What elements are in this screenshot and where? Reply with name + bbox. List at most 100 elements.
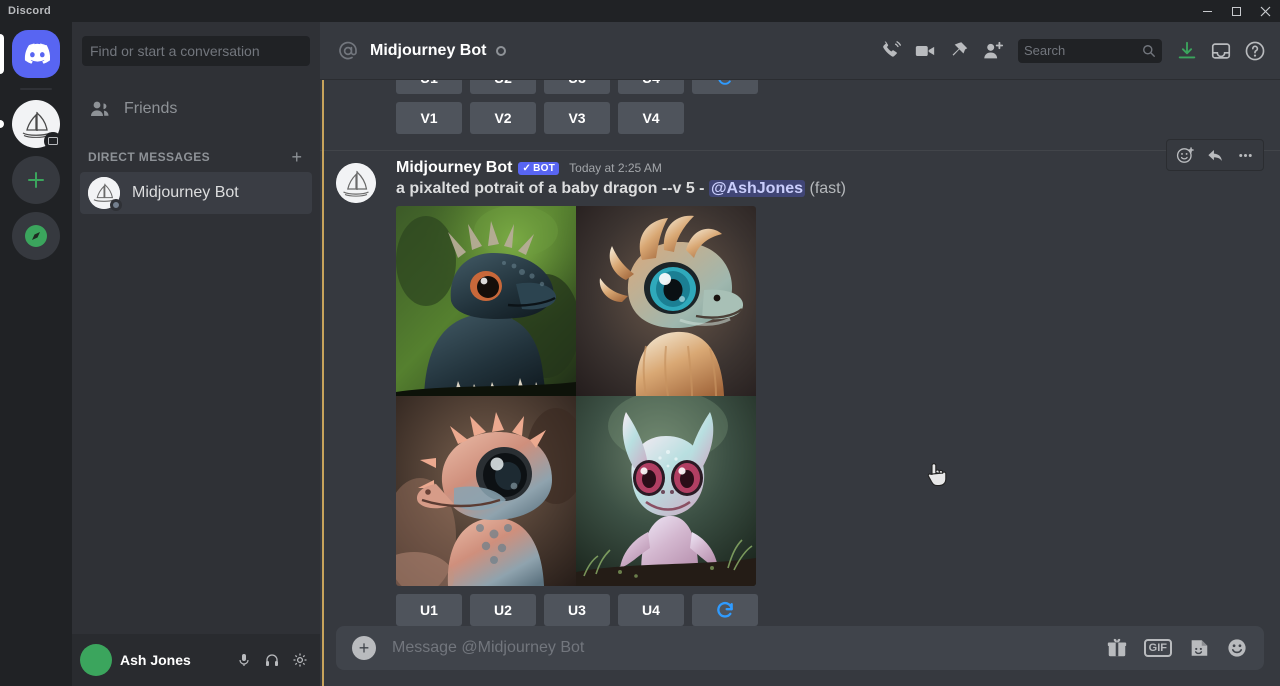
variation-button-v4[interactable]: V4	[618, 102, 684, 134]
bot-badge-label: BOT	[533, 162, 556, 174]
prompt-separator: -	[699, 180, 705, 197]
previous-message-buttons: U1 U2 U3 U4 V1 V2 V3 V4	[320, 80, 1280, 142]
dm-search-container: Find or start a conversation	[72, 22, 320, 80]
page-title: Midjourney Bot	[370, 41, 487, 59]
create-dm-button[interactable]: +	[291, 148, 302, 166]
emoji-icon[interactable]	[1226, 637, 1248, 659]
upscale-button-u1[interactable]: U1	[396, 80, 462, 94]
upscale-button-u1[interactable]: U1	[396, 594, 462, 626]
maximize-button[interactable]	[1222, 0, 1251, 22]
explore-servers-button[interactable]	[12, 212, 60, 260]
variation-button-v3[interactable]: V3	[544, 102, 610, 134]
minimize-button[interactable]	[1193, 0, 1222, 22]
bot-badge-check: ✓	[522, 162, 532, 174]
midjourney-server-button[interactable]	[0, 100, 62, 150]
upscale-button-u2[interactable]: U2	[470, 80, 536, 94]
sidebar-item-label: Friends	[124, 100, 178, 117]
user-mention[interactable]: @AshJones	[708, 180, 806, 197]
message-list[interactable]: U1 U2 U3 U4 V1 V2 V3 V4	[320, 80, 1280, 686]
attach-file-button[interactable]: +	[352, 636, 376, 660]
bot-badge: ✓ BOT	[518, 161, 560, 175]
screen-share-badge	[44, 132, 62, 150]
generation-mode: (fast)	[809, 180, 846, 197]
presence-offline-indicator	[110, 199, 122, 211]
message-hover-toolbar	[1166, 139, 1264, 171]
gift-icon[interactable]	[1106, 637, 1128, 659]
help-icon[interactable]	[1242, 38, 1268, 64]
video-call-icon[interactable]	[912, 38, 938, 64]
reply-icon[interactable]	[1201, 141, 1229, 169]
sidebar-item-friends[interactable]: Friends	[80, 88, 312, 130]
dm-item-label: Midjourney Bot	[132, 184, 239, 201]
search-icon	[1142, 44, 1156, 58]
variation-button-v2[interactable]: V2	[470, 102, 536, 134]
dm-nav: Friends DIRECT MESSAGES + Midjourney Bot	[72, 80, 320, 214]
voice-call-icon[interactable]	[878, 38, 904, 64]
upscale-button-u3[interactable]: U3	[544, 80, 610, 94]
sticker-icon[interactable]	[1188, 637, 1210, 659]
reroll-button[interactable]	[692, 594, 758, 626]
user-panel: Ash Jones	[72, 634, 320, 686]
add-server-button[interactable]	[12, 156, 60, 204]
message-timestamp: Today at 2:25 AM	[569, 161, 662, 175]
microphone-icon[interactable]	[232, 648, 256, 672]
dm-item-midjourney-bot[interactable]: Midjourney Bot	[80, 172, 312, 214]
avatar[interactable]	[336, 163, 376, 203]
add-reaction-icon[interactable]	[1171, 141, 1199, 169]
message-input-bar[interactable]: + Message @Midjourney Bot GIF	[336, 626, 1264, 670]
composer-icon-row: GIF	[1106, 637, 1248, 659]
inbox-icon[interactable]	[1208, 38, 1234, 64]
app-title: Discord	[8, 5, 52, 17]
upscale-button-u3[interactable]: U3	[544, 594, 610, 626]
discord-app-window: Discord Find or start a conversation Fri…	[0, 0, 1280, 686]
message-author[interactable]: Midjourney Bot	[396, 159, 512, 177]
upscale-button-u4[interactable]: U4	[618, 594, 684, 626]
direct-messages-section-header: DIRECT MESSAGES +	[80, 130, 312, 172]
discord-logo-icon	[12, 30, 60, 78]
grid-image-2[interactable]	[576, 206, 756, 396]
variation-button-row: V1 V2 V3 V4	[396, 102, 1280, 134]
message-input[interactable]: Message @Midjourney Bot	[392, 639, 1106, 657]
variation-button-v1[interactable]: V1	[396, 102, 462, 134]
highlight-border	[322, 80, 324, 686]
grid-image-3[interactable]	[396, 396, 576, 586]
compass-icon	[12, 212, 60, 260]
close-button[interactable]	[1251, 0, 1280, 22]
at-symbol-icon	[336, 39, 360, 63]
current-username: Ash Jones	[120, 652, 191, 668]
more-options-icon[interactable]	[1231, 141, 1259, 169]
prompt-text: a pixalted potrait of a baby dragon --v …	[396, 180, 695, 197]
server-unread-pill	[0, 120, 4, 128]
friends-icon	[88, 97, 112, 121]
pin-icon[interactable]	[946, 38, 972, 64]
find-conversation-input[interactable]: Find or start a conversation	[82, 36, 310, 66]
header-toolbar: Search	[878, 38, 1268, 64]
image-grid[interactable]	[396, 206, 756, 586]
upscale-button-row: U1 U2 U3 U4	[396, 80, 1280, 94]
status-badge	[496, 45, 507, 56]
grid-image-1[interactable]	[396, 206, 576, 396]
message-header: Midjourney Bot ✓ BOT Today at 2:25 AM	[396, 159, 1280, 177]
add-friend-icon[interactable]	[980, 38, 1006, 64]
headphones-icon[interactable]	[260, 648, 284, 672]
title-bar: Discord	[0, 0, 1280, 22]
grid-image-4[interactable]	[576, 396, 756, 586]
active-server-pill	[0, 34, 4, 74]
upscale-button-u2[interactable]: U2	[470, 594, 536, 626]
gear-icon[interactable]	[288, 648, 312, 672]
chat-header: Midjourney Bot Search	[320, 22, 1280, 80]
server-rail	[0, 22, 72, 686]
rail-divider	[20, 88, 52, 90]
home-button[interactable]	[0, 30, 60, 78]
download-icon[interactable]	[1174, 38, 1200, 64]
plus-icon	[12, 156, 60, 204]
upscale-button-u4[interactable]: U4	[618, 80, 684, 94]
search-input[interactable]: Search	[1018, 38, 1162, 63]
user-panel-controls	[232, 648, 312, 672]
reroll-button[interactable]	[692, 80, 758, 94]
gif-icon[interactable]: GIF	[1143, 638, 1172, 658]
chat-panel: Midjourney Bot Search V1 V2 V3 V4 Midjou…	[320, 22, 1280, 686]
section-title: DIRECT MESSAGES	[88, 150, 211, 164]
avatar[interactable]	[80, 644, 112, 676]
message-content: a pixalted potrait of a baby dragon --v …	[396, 180, 1280, 198]
